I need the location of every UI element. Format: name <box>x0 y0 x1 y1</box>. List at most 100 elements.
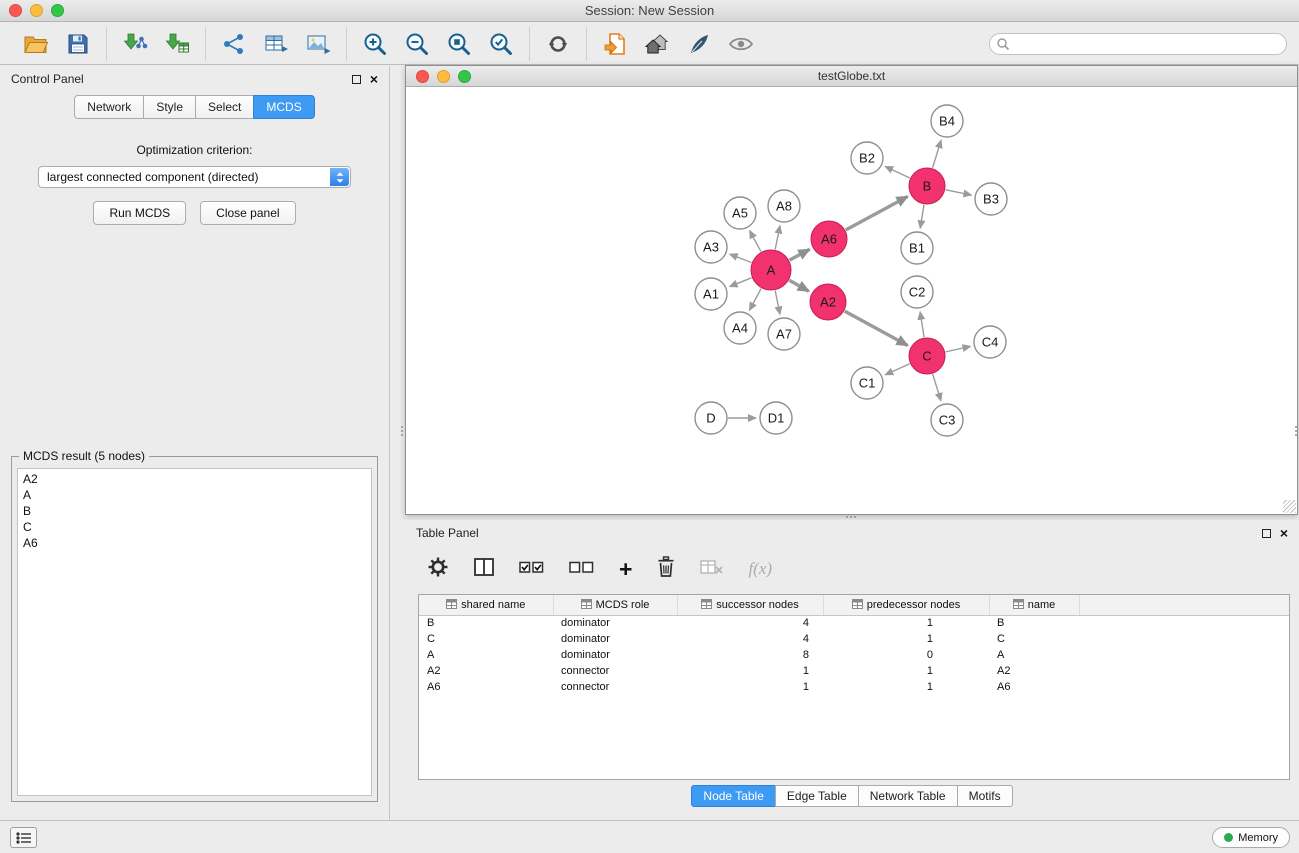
network-zoom-icon[interactable] <box>458 70 471 83</box>
mcds-result-item[interactable]: C <box>23 519 366 535</box>
edge-A-A1[interactable] <box>730 278 752 287</box>
column-header-mcds-role[interactable]: MCDS role <box>553 595 677 615</box>
table-row[interactable]: Cdominator41C <box>419 631 1289 647</box>
cell[interactable]: 1 <box>823 631 989 647</box>
edge-A-A6[interactable] <box>790 249 810 260</box>
open-session-file-icon[interactable] <box>598 28 632 60</box>
cell[interactable]: 1 <box>823 663 989 679</box>
node-A8[interactable]: A8 <box>768 190 800 222</box>
tab-network[interactable]: Network <box>74 95 144 119</box>
cell[interactable]: 8 <box>677 647 823 663</box>
run-mcds-button[interactable]: Run MCDS <box>93 201 186 225</box>
node-A2[interactable]: A2 <box>810 284 846 320</box>
node-D[interactable]: D <box>695 402 727 434</box>
cell[interactable]: 0 <box>823 647 989 663</box>
search-input[interactable] <box>989 33 1287 55</box>
edge-A-A5[interactable] <box>750 231 761 252</box>
cell[interactable]: B <box>989 615 1079 631</box>
edge-A-A2[interactable] <box>789 280 809 291</box>
tab-select[interactable]: Select <box>195 95 254 119</box>
cell[interactable]: dominator <box>553 615 677 631</box>
tab-network-table[interactable]: Network Table <box>858 785 958 807</box>
cell[interactable]: A2 <box>419 663 553 679</box>
function-builder-icon[interactable]: f(x) <box>748 559 772 579</box>
cell[interactable]: connector <box>553 663 677 679</box>
tab-edge-table[interactable]: Edge Table <box>775 785 859 807</box>
show-hide-panel-icon[interactable] <box>724 28 758 60</box>
network-close-icon[interactable] <box>416 70 429 83</box>
cell[interactable]: 1 <box>677 679 823 695</box>
node-C3[interactable]: C3 <box>931 404 963 436</box>
zoom-fit-icon[interactable] <box>442 28 476 60</box>
edge-C-C3[interactable] <box>933 374 941 401</box>
network-minimize-icon[interactable] <box>437 70 450 83</box>
mcds-result-item[interactable]: A <box>23 487 366 503</box>
zoom-in-icon[interactable] <box>358 28 392 60</box>
mcds-result-item[interactable]: A2 <box>23 471 366 487</box>
cell[interactable]: A2 <box>989 663 1079 679</box>
splitter-handle-right[interactable] <box>1293 424 1299 438</box>
zoom-selected-icon[interactable] <box>484 28 518 60</box>
new-network-icon[interactable] <box>217 28 251 60</box>
table-float-panel-icon[interactable] <box>1262 529 1271 538</box>
node-A[interactable]: A <box>751 250 791 290</box>
import-table-icon[interactable] <box>160 28 194 60</box>
style-brush-icon[interactable] <box>682 28 716 60</box>
node-B[interactable]: B <box>909 168 945 204</box>
deselect-all-rows-icon[interactable] <box>569 559 595 580</box>
node-A1[interactable]: A1 <box>695 278 727 310</box>
mcds-result-item[interactable]: B <box>23 503 366 519</box>
node-A7[interactable]: A7 <box>768 318 800 350</box>
network-overview-icon[interactable] <box>640 28 674 60</box>
new-network-table-icon[interactable] <box>259 28 293 60</box>
edge-A-A7[interactable] <box>775 291 780 315</box>
window-resize-handle[interactable] <box>1283 500 1296 513</box>
splitter-handle-left[interactable] <box>399 424 405 438</box>
node-A6[interactable]: A6 <box>811 221 847 257</box>
cell[interactable]: B <box>419 615 553 631</box>
edge-A-A3[interactable] <box>730 254 752 262</box>
node-C4[interactable]: C4 <box>974 326 1006 358</box>
node-C[interactable]: C <box>909 338 945 374</box>
table-row[interactable]: A2connector11A2 <box>419 663 1289 679</box>
table-row[interactable]: Adominator80A <box>419 647 1289 663</box>
network-graph[interactable]: B4B2BB3A5A8A6B1A3AC2A1A2A4A7C4CC1C3DD1 <box>406 87 1297 514</box>
network-canvas[interactable]: B4B2BB3A5A8A6B1A3AC2A1A2A4A7C4CC1C3DD1 <box>406 87 1297 514</box>
float-panel-icon[interactable] <box>352 75 361 84</box>
column-header-predecessor-nodes[interactable]: predecessor nodes <box>823 595 989 615</box>
edge-B-B3[interactable] <box>946 190 972 195</box>
table-row[interactable]: A6connector11A6 <box>419 679 1289 695</box>
node-B3[interactable]: B3 <box>975 183 1007 215</box>
cell[interactable]: connector <box>553 679 677 695</box>
edge-B-B1[interactable] <box>920 205 924 228</box>
edge-A-A4[interactable] <box>749 289 761 311</box>
zoom-out-icon[interactable] <box>400 28 434 60</box>
tab-node-table[interactable]: Node Table <box>691 785 776 807</box>
cell[interactable]: A6 <box>419 679 553 695</box>
open-folder-icon[interactable] <box>19 28 53 60</box>
task-history-button[interactable] <box>10 827 37 848</box>
cell[interactable]: A <box>419 647 553 663</box>
close-panel-button[interactable]: Close panel <box>200 201 295 225</box>
add-column-icon[interactable]: + <box>619 559 632 579</box>
show-columns-icon[interactable] <box>473 557 495 582</box>
node-A5[interactable]: A5 <box>724 197 756 229</box>
memory-button[interactable]: Memory <box>1212 827 1290 848</box>
save-session-icon[interactable] <box>61 28 95 60</box>
node-C1[interactable]: C1 <box>851 367 883 399</box>
mcds-result-item[interactable]: A6 <box>23 535 366 551</box>
cell[interactable]: A6 <box>989 679 1079 695</box>
refresh-icon[interactable] <box>541 28 575 60</box>
edge-C-C4[interactable] <box>946 346 971 352</box>
edge-B-B4[interactable] <box>933 140 942 168</box>
node-B2[interactable]: B2 <box>851 142 883 174</box>
select-all-rows-icon[interactable] <box>519 559 545 580</box>
cell[interactable]: 1 <box>823 679 989 695</box>
edge-B-B2[interactable] <box>885 166 910 178</box>
node-B4[interactable]: B4 <box>931 105 963 137</box>
column-header-name[interactable]: name <box>989 595 1079 615</box>
node-B1[interactable]: B1 <box>901 232 933 264</box>
cell[interactable]: 4 <box>677 615 823 631</box>
export-image-icon[interactable] <box>301 28 335 60</box>
mcds-result-list[interactable]: A2ABCA6 <box>17 468 372 796</box>
